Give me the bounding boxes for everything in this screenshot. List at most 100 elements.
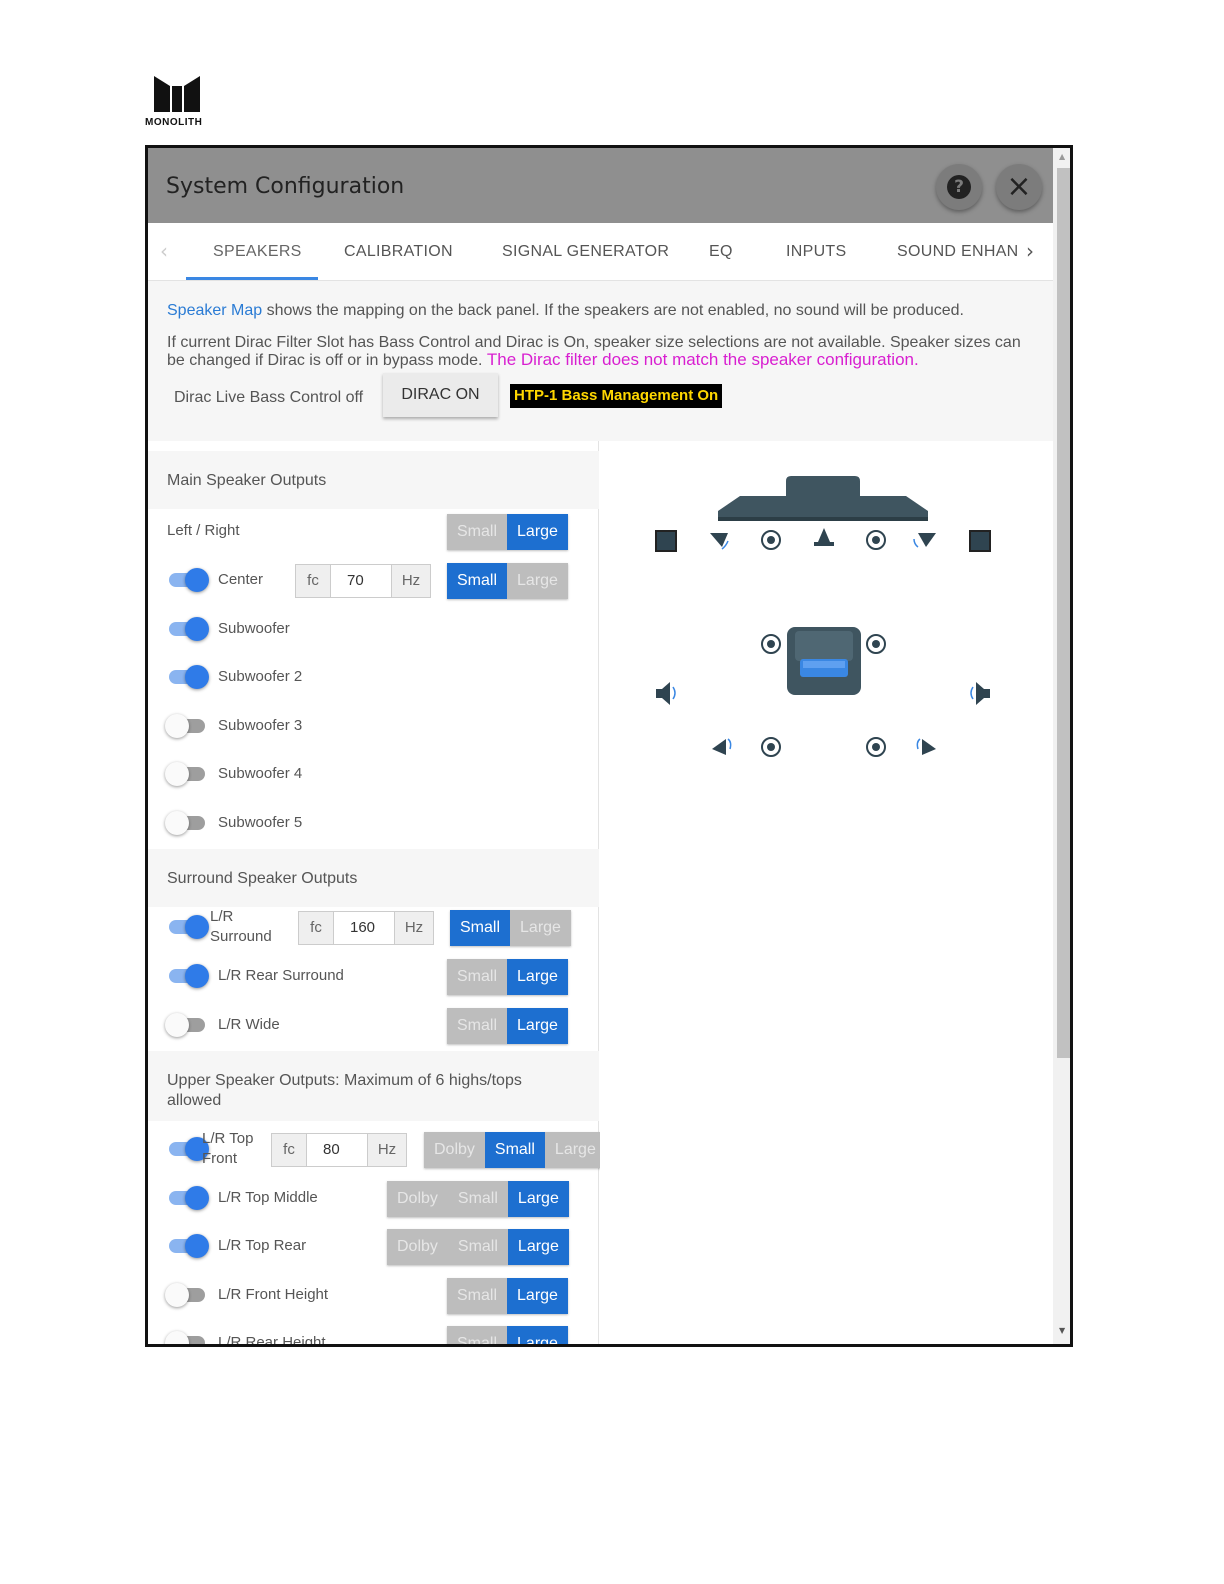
speaker-row-subwoofer-3: Subwoofer 3 <box>148 704 599 748</box>
section-title: Surround Speaker Outputs <box>167 870 358 887</box>
help-button[interactable]: ? <box>936 164 982 210</box>
size-large-button[interactable]: Large <box>544 1132 606 1168</box>
size-selector: Small Large <box>447 1326 568 1344</box>
size-dolby-button[interactable]: Dolby <box>387 1181 448 1217</box>
tab-signal-generator[interactable]: SIGNAL GENERATOR <box>502 243 669 261</box>
speaker-row-lr-wide: L/R Wide Small Large <box>148 1003 599 1047</box>
subwoofer-5-toggle[interactable] <box>165 811 209 835</box>
vertical-scrollbar[interactable]: ▲ ▼ <box>1053 148 1070 1344</box>
speaker-label: L/R Top Rear <box>218 1237 307 1254</box>
speaker-row-subwoofer: Subwoofer <box>148 607 599 651</box>
section-title: Upper Speaker Outputs: Maximum of 6 high… <box>167 1072 522 1109</box>
speaker-label: Subwoofer <box>218 620 290 637</box>
fc-label: fc <box>299 912 333 944</box>
size-large-button[interactable]: Large <box>507 514 568 550</box>
scroll-down-icon[interactable]: ▼ <box>1059 1326 1065 1335</box>
tab-calibration[interactable]: CALIBRATION <box>344 243 453 261</box>
speaker-label-line2: Surround <box>210 928 272 945</box>
speaker-label: L/R Top Middle <box>218 1189 318 1206</box>
close-icon: × <box>1006 169 1032 204</box>
hz-label: Hz <box>368 1134 406 1166</box>
subwoofer-2-toggle[interactable] <box>167 665 209 689</box>
lr-top-rear-toggle[interactable] <box>167 1234 209 1258</box>
size-large-button[interactable]: Large <box>507 1229 569 1265</box>
window-title: System Configuration <box>166 174 405 199</box>
size-selector: Small Large <box>447 959 568 995</box>
size-dolby-button[interactable]: Dolby <box>387 1229 448 1265</box>
size-small-button[interactable]: Small <box>447 959 508 995</box>
logo-text: MONOLITH <box>145 117 203 128</box>
crossover-input[interactable]: 70 <box>330 565 392 597</box>
size-large-button[interactable]: Large <box>507 1181 569 1217</box>
crossover-field: fc 80 Hz <box>271 1133 407 1167</box>
speaker-label: L/R Top <box>202 1130 254 1147</box>
size-small-button[interactable]: Small <box>447 563 508 599</box>
speaker-row-subwoofer-4: Subwoofer 4 <box>148 752 599 796</box>
subwoofer-toggle[interactable] <box>167 617 209 641</box>
lr-top-middle-toggle[interactable] <box>167 1186 209 1210</box>
size-large-button[interactable]: Large <box>507 1278 568 1314</box>
size-small-button[interactable]: Small <box>447 1008 508 1044</box>
size-selector: Small Large <box>450 910 571 946</box>
lr-surround-toggle[interactable] <box>167 915 209 939</box>
section-surround-speakers: Surround Speaker Outputs <box>148 849 599 907</box>
speaker-map-link[interactable]: Speaker Map <box>167 302 262 319</box>
speaker-row-lr-top-middle: L/R Top Middle Dolby Small Large <box>148 1176 599 1220</box>
size-small-button[interactable]: Small <box>447 1229 508 1265</box>
size-selector: Dolby Small Large <box>387 1181 569 1217</box>
speaker-label: L/R Wide <box>218 1016 280 1033</box>
lr-rear-height-toggle[interactable] <box>165 1331 209 1344</box>
fc-label: fc <box>296 565 330 597</box>
scroll-thumb[interactable] <box>1057 168 1070 1058</box>
lr-wide-toggle[interactable] <box>165 1013 209 1037</box>
section-title: Main Speaker Outputs <box>167 472 327 489</box>
crossover-input[interactable]: 160 <box>333 912 395 944</box>
size-small-button[interactable]: Small <box>484 1132 545 1168</box>
info-panel: Speaker Map shows the mapping on the bac… <box>148 281 1053 441</box>
speaker-row-lr-front-height: L/R Front Height Small Large <box>148 1273 599 1317</box>
section-upper-speakers: Upper Speaker Outputs: Maximum of 6 high… <box>148 1051 599 1121</box>
tv-icon <box>718 476 928 521</box>
size-small-button[interactable]: Small <box>447 1326 508 1344</box>
subwoofer-4-toggle[interactable] <box>165 762 209 786</box>
fc-label: fc <box>272 1134 306 1166</box>
active-tab-indicator <box>186 277 318 280</box>
lr-front-height-toggle[interactable] <box>165 1283 209 1307</box>
speaker-row-lr-rear-height: L/R Rear Height Small Large <box>148 1321 599 1344</box>
tab-inputs[interactable]: INPUTS <box>786 243 846 261</box>
speaker-label: Left / Right <box>167 522 240 539</box>
speaker-row-lr-surround: L/R Surround fc 160 Hz Small Large <box>148 905 599 949</box>
size-small-button[interactable]: Small <box>450 910 511 946</box>
crossover-input[interactable]: 80 <box>306 1134 368 1166</box>
speaker-map-note-text: shows the mapping on the back panel. If … <box>262 302 964 319</box>
close-button[interactable]: × <box>996 164 1042 210</box>
speaker-label: Subwoofer 2 <box>218 668 303 685</box>
speaker-row-center: Center fc 70 Hz Small Large <box>148 558 599 602</box>
hz-label: Hz <box>392 565 430 597</box>
chevron-right-icon[interactable]: › <box>1026 239 1034 263</box>
speaker-outputs-panel: Main Speaker Outputs Left / Right Small … <box>148 441 606 1344</box>
tab-eq[interactable]: EQ <box>709 243 733 261</box>
size-selector: Small Large <box>447 514 568 550</box>
hz-label: Hz <box>395 912 433 944</box>
size-large-button[interactable]: Large <box>507 563 568 599</box>
dirac-on-button[interactable]: DIRAC ON <box>383 373 498 417</box>
size-small-button[interactable]: Small <box>447 1181 508 1217</box>
center-toggle[interactable] <box>167 568 209 592</box>
size-large-button[interactable]: Large <box>507 1008 568 1044</box>
speaker-map-panel <box>600 441 1053 1344</box>
subwoofer-3-toggle[interactable] <box>165 714 209 738</box>
scroll-up-icon[interactable]: ▲ <box>1059 152 1065 161</box>
size-dolby-button[interactable]: Dolby <box>424 1132 485 1168</box>
speaker-row-lr-top-rear: L/R Top Rear Dolby Small Large <box>148 1224 599 1268</box>
size-large-button[interactable]: Large <box>507 959 568 995</box>
size-small-button[interactable]: Small <box>447 514 508 550</box>
tab-speakers[interactable]: SPEAKERS <box>213 243 302 261</box>
size-large-button[interactable]: Large <box>510 910 571 946</box>
size-large-button[interactable]: Large <box>507 1326 568 1344</box>
lr-rear-surround-toggle[interactable] <box>167 964 209 988</box>
size-small-button[interactable]: Small <box>447 1278 508 1314</box>
tab-sound-enhancement[interactable]: SOUND ENHAN <box>897 243 1019 261</box>
speaker-layout-diagram <box>655 476 991 757</box>
chevron-left-icon[interactable]: ‹ <box>160 239 168 263</box>
